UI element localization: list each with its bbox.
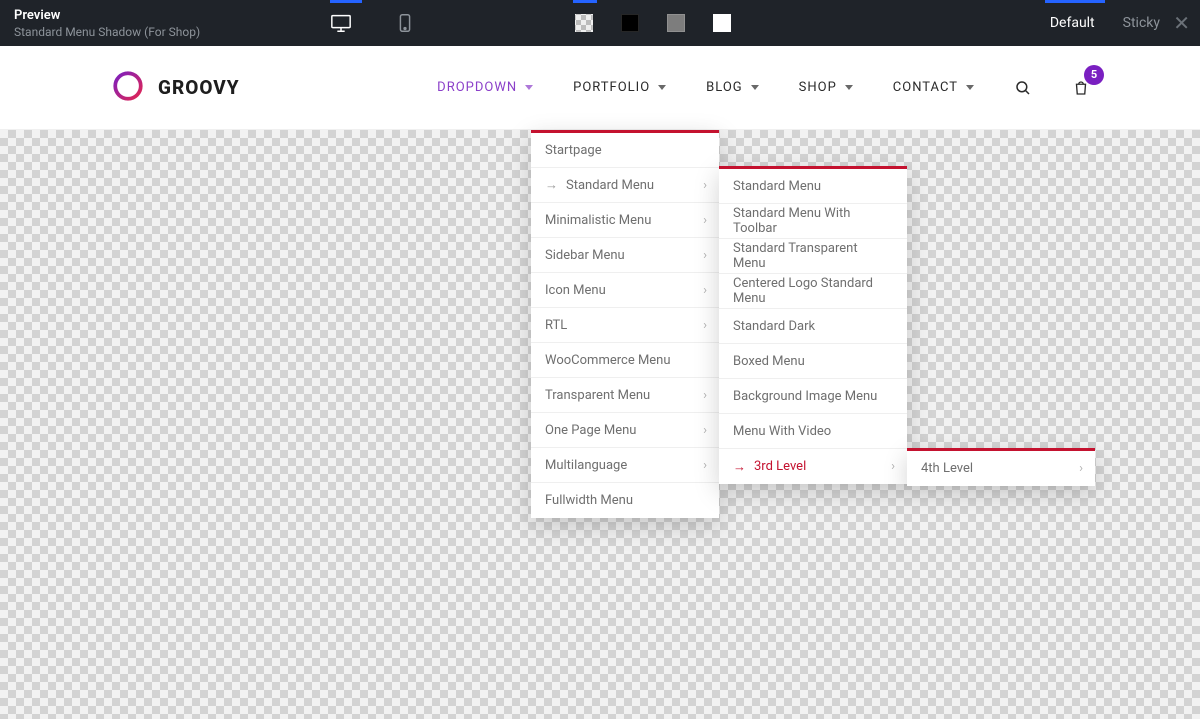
dd1-woocommerce-menu[interactable]: WooCommerce Menu xyxy=(531,343,719,378)
dd2-standard-menu[interactable]: Standard Menu xyxy=(719,169,907,204)
chevron-down-icon xyxy=(525,85,533,90)
chevron-right-icon: › xyxy=(703,213,707,228)
dd2-dark-label: Standard Dark xyxy=(733,319,815,334)
dd2-standard-toolbar[interactable]: Standard Menu With Toolbar xyxy=(719,204,907,239)
dd1-minimal-label: Minimalistic Menu xyxy=(545,213,651,228)
mode-default[interactable]: Default xyxy=(1050,15,1095,31)
dd1-onepage-label: One Page Menu xyxy=(545,423,636,438)
chevron-down-icon xyxy=(845,85,853,90)
dd3-fourth-level[interactable]: 4th Level › xyxy=(907,451,1095,486)
dd2-bg-image-menu[interactable]: Background Image Menu xyxy=(719,379,907,414)
dd1-icon-label: Icon Menu xyxy=(545,283,606,298)
search-icon[interactable] xyxy=(1014,79,1032,97)
dd1-multilang-label: Multilanguage xyxy=(545,458,627,473)
dd2-third-level[interactable]: → 3rd Level › xyxy=(719,449,907,484)
nav-dropdown-label: DROPDOWN xyxy=(437,80,517,95)
site-header: GROOVY DROPDOWN PORTFOLIO BLOG SHOP CONT… xyxy=(0,46,1200,130)
preview-toolbar: Preview Standard Menu Shadow (For Shop) … xyxy=(0,0,1200,46)
chevron-right-icon: › xyxy=(703,248,707,263)
chevron-right-icon: › xyxy=(703,318,707,333)
chevron-right-icon: › xyxy=(703,423,707,438)
dd2-boxed-menu[interactable]: Boxed Menu xyxy=(719,344,907,379)
dd1-standard-menu[interactable]: → Standard Menu › xyxy=(531,168,719,203)
nav-shop[interactable]: SHOP xyxy=(799,80,853,95)
dd1-fullwidth-menu[interactable]: Fullwidth Menu xyxy=(531,483,719,518)
dd2-centered-label: Centered Logo Standard Menu xyxy=(733,276,893,306)
bg-swatch-grey[interactable] xyxy=(667,14,685,32)
dd2-bgimg-label: Background Image Menu xyxy=(733,389,877,404)
chevron-right-icon: › xyxy=(703,388,707,403)
dropdown-level-3: 4th Level › xyxy=(907,448,1095,486)
dd2-centered-logo[interactable]: Centered Logo Standard Menu xyxy=(719,274,907,309)
dd1-sidebar-label: Sidebar Menu xyxy=(545,248,625,263)
dd2-video-label: Menu With Video xyxy=(733,424,831,439)
dd2-standard-dark[interactable]: Standard Dark xyxy=(719,309,907,344)
arrow-right-icon: → xyxy=(733,459,746,475)
nav-contact[interactable]: CONTACT xyxy=(893,80,974,95)
arrow-right-icon: → xyxy=(545,177,558,193)
chevron-right-icon: › xyxy=(1079,461,1083,476)
mobile-icon[interactable] xyxy=(394,12,416,34)
nav-blog[interactable]: BLOG xyxy=(706,80,759,95)
cart-button[interactable]: 5 xyxy=(1072,79,1090,97)
bg-swatch-black[interactable] xyxy=(621,14,639,32)
dd1-rtl-label: RTL xyxy=(545,318,567,333)
dd1-woo-label: WooCommerce Menu xyxy=(545,353,671,368)
dd1-one-page-menu[interactable]: One Page Menu › xyxy=(531,413,719,448)
dd1-icon-menu[interactable]: Icon Menu › xyxy=(531,273,719,308)
dd1-transparent-label: Transparent Menu xyxy=(545,388,650,403)
preview-subtitle: Standard Menu Shadow (For Shop) xyxy=(14,25,200,39)
nav-portfolio[interactable]: PORTFOLIO xyxy=(573,80,666,95)
close-icon[interactable]: ✕ xyxy=(1173,0,1190,46)
primary-nav: DROPDOWN PORTFOLIO BLOG SHOP CONTACT 5 xyxy=(437,79,1090,97)
dd1-rtl[interactable]: RTL › xyxy=(531,308,719,343)
dd2-transparent-label: Standard Transparent Menu xyxy=(733,241,893,271)
logo-text: GROOVY xyxy=(158,76,240,99)
dd1-startpage[interactable]: Startpage xyxy=(531,133,719,168)
dd2-third-label: 3rd Level xyxy=(754,459,806,474)
nav-shop-label: SHOP xyxy=(799,80,837,95)
dd2-standard-label: Standard Menu xyxy=(733,179,821,194)
preview-title: Preview xyxy=(14,8,200,23)
dd1-startpage-label: Startpage xyxy=(545,143,602,158)
dd3-fourth-label: 4th Level xyxy=(921,461,973,476)
dropdown-level-1: Startpage → Standard Menu › Minimalistic… xyxy=(531,130,719,518)
dd1-standard-label: Standard Menu xyxy=(566,178,654,193)
dd2-boxed-label: Boxed Menu xyxy=(733,354,805,369)
dd1-multilanguage[interactable]: Multilanguage › xyxy=(531,448,719,483)
dd1-fullwidth-label: Fullwidth Menu xyxy=(545,493,633,508)
site-logo[interactable]: GROOVY xyxy=(110,68,240,108)
dd1-transparent-menu[interactable]: Transparent Menu › xyxy=(531,378,719,413)
cart-count-badge: 5 xyxy=(1084,65,1104,85)
chevron-right-icon: › xyxy=(703,178,707,193)
dd2-menu-with-video[interactable]: Menu With Video xyxy=(719,414,907,449)
desktop-icon[interactable] xyxy=(330,12,352,34)
chevron-down-icon xyxy=(966,85,974,90)
nav-dropdown[interactable]: DROPDOWN xyxy=(437,80,533,95)
chevron-down-icon xyxy=(751,85,759,90)
logo-icon xyxy=(110,68,146,108)
dd2-standard-transparent[interactable]: Standard Transparent Menu xyxy=(719,239,907,274)
dropdown-level-2: Standard Menu Standard Menu With Toolbar… xyxy=(719,166,907,484)
dd1-minimalistic-menu[interactable]: Minimalistic Menu › xyxy=(531,203,719,238)
chevron-right-icon: › xyxy=(703,458,707,473)
nav-blog-label: BLOG xyxy=(706,80,743,95)
dd1-sidebar-menu[interactable]: Sidebar Menu › xyxy=(531,238,719,273)
nav-portfolio-label: PORTFOLIO xyxy=(573,80,650,95)
bg-swatch-white[interactable] xyxy=(713,14,731,32)
mode-sticky[interactable]: Sticky xyxy=(1123,15,1160,31)
chevron-down-icon xyxy=(658,85,666,90)
preview-canvas: Startpage → Standard Menu › Minimalistic… xyxy=(0,130,1200,719)
bg-swatch-transparent[interactable] xyxy=(575,14,593,32)
chevron-right-icon: › xyxy=(703,283,707,298)
dd2-toolbar-label: Standard Menu With Toolbar xyxy=(733,206,893,236)
chevron-right-icon: › xyxy=(891,459,895,474)
nav-contact-label: CONTACT xyxy=(893,80,958,95)
